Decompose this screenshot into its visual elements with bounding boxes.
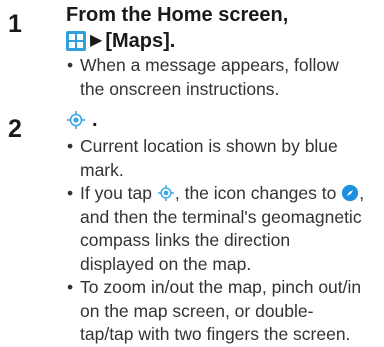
step-title-line: ▶ [Maps].: [66, 28, 288, 54]
bullet-list: • Current location is shown by blue mark…: [66, 135, 366, 347]
location-target-icon: [157, 184, 175, 202]
arrow-right-icon: ▶: [90, 32, 103, 49]
maps-label: [Maps].: [105, 30, 176, 52]
bullet-dot: •: [67, 277, 74, 297]
list-item: • Current location is shown by blue mark…: [66, 135, 366, 182]
list-item: • If you tap , the icon changes to , and…: [66, 182, 366, 276]
bullet-dot: •: [67, 55, 74, 75]
apps-grid-icon: [66, 31, 86, 51]
step-title-text: From the Home screen,: [66, 4, 289, 26]
bullet-dot: •: [67, 183, 74, 203]
bullet-text: Current location is shown by blue mark.: [80, 136, 338, 180]
step-title: From the Home screen, ▶ [Maps].: [66, 2, 288, 54]
bullet-text: , the icon changes to: [174, 183, 342, 203]
bullet-dot: •: [67, 136, 74, 156]
instruction-page: 1 From the Home screen, ▶ [Maps]. • When…: [0, 0, 384, 344]
bullet-text: To zoom in/out the map, pinch out/in on …: [80, 277, 362, 344]
list-item: • When a message appears, follow the ons…: [66, 54, 366, 101]
bullet-list: • When a message appears, follow the ons…: [66, 54, 366, 101]
list-item: • To zoom in/out the map, pinch out/in o…: [66, 276, 366, 347]
bullet-text: When a message appears, follow the onscr…: [80, 55, 339, 99]
compass-icon: [341, 184, 359, 202]
step-number: 2: [8, 115, 22, 143]
location-target-icon: [66, 110, 86, 130]
step-number: 1: [8, 10, 22, 38]
step-title-line: From the Home screen,: [66, 2, 288, 28]
step-title: .: [66, 107, 98, 133]
step-title-line: .: [66, 107, 98, 133]
bullet-text: If you tap: [80, 183, 157, 203]
step-title-period: .: [92, 109, 98, 131]
